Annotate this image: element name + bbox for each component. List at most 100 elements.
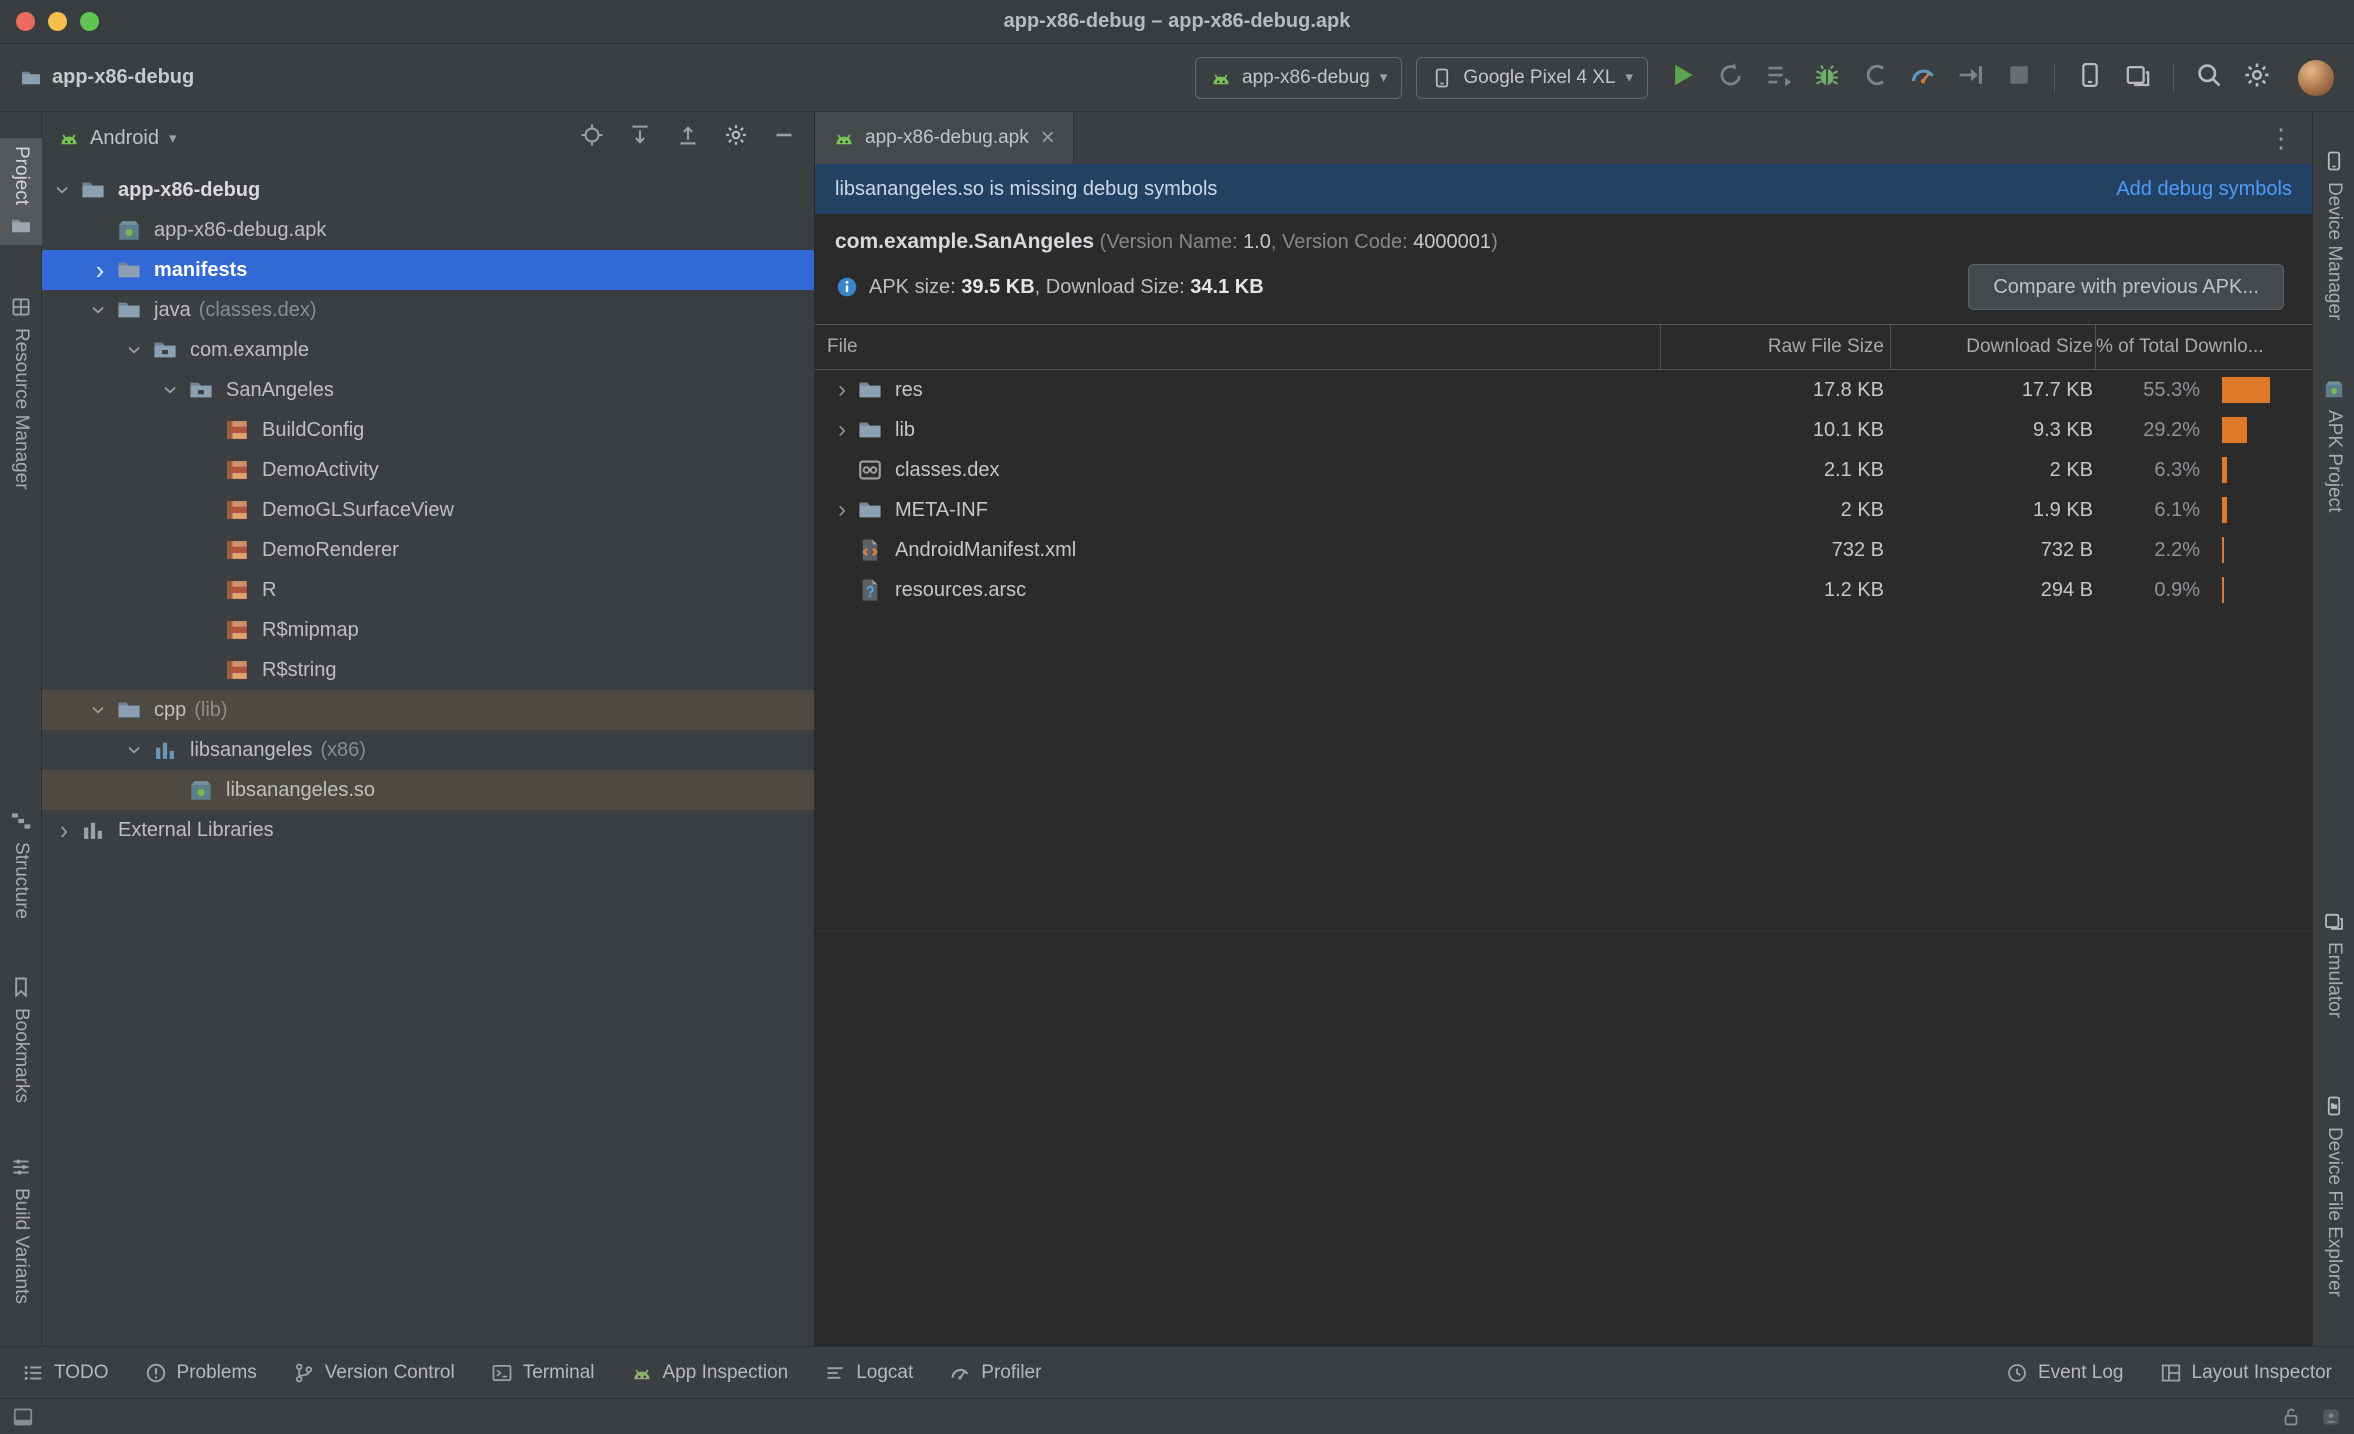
toolwindow-button-todo[interactable]: TODO xyxy=(22,1362,109,1384)
tree-item-com-example[interactable]: › com.example xyxy=(42,330,814,370)
apk-table-row-res[interactable]: › res 17.8 KB 17.7 KB 55.3% xyxy=(815,370,2312,410)
stop-button[interactable] xyxy=(1998,57,2040,99)
close-window-button[interactable] xyxy=(16,12,35,31)
toolwindow-button-app-inspection[interactable]: App Inspection xyxy=(631,1362,788,1384)
project-name[interactable]: app-x86-debug xyxy=(20,66,194,89)
tree-item-java[interactable]: › java (classes.dex) xyxy=(42,290,814,330)
debug-button[interactable] xyxy=(1806,57,1848,99)
expand-arrow-icon[interactable]: › xyxy=(157,374,187,406)
terminal-icon xyxy=(491,1362,513,1384)
close-tab-icon[interactable]: × xyxy=(1041,126,1055,150)
run-button[interactable] xyxy=(1662,57,1704,99)
tree-item-external-libraries[interactable]: › External Libraries xyxy=(42,810,814,850)
expand-arrow-icon[interactable]: › xyxy=(85,694,115,726)
column-header-raw-size[interactable]: Raw File Size xyxy=(1660,325,1890,369)
toolwindow-button-bookmarks[interactable]: Bookmarks xyxy=(0,968,42,1111)
tree-item-libsanangeles[interactable]: › libsanangeles (x86) xyxy=(42,730,814,770)
column-header-file[interactable]: File xyxy=(815,325,1660,369)
expand-arrow-icon[interactable]: › xyxy=(48,817,80,843)
minimize-window-button[interactable] xyxy=(48,12,67,31)
toolwindow-button-version-control[interactable]: Version Control xyxy=(293,1362,455,1384)
toolwindow-button-structure[interactable]: Structure xyxy=(0,802,42,927)
profiler-icon xyxy=(1909,61,1937,95)
apk-table-row-lib[interactable]: › lib 10.1 KB 9.3 KB 29.2% xyxy=(815,410,2312,450)
expand-all-button[interactable] xyxy=(626,124,654,152)
toolwindow-button-terminal[interactable]: Terminal xyxy=(491,1362,595,1384)
expand-arrow-icon[interactable]: › xyxy=(827,418,857,442)
add-debug-symbols-link[interactable]: Add debug symbols xyxy=(2116,178,2292,201)
toolwindow-button-project[interactable]: Project xyxy=(0,138,42,246)
apk-icon xyxy=(116,217,142,243)
tab-options-icon[interactable]: ⋮ xyxy=(2268,123,2312,154)
chevron-down-icon[interactable]: ▾ xyxy=(169,131,177,146)
download-size-value: 9.3 KB xyxy=(2032,418,2093,441)
tree-item-r[interactable]: R xyxy=(42,570,814,610)
virtual-devices-button[interactable] xyxy=(2117,57,2159,99)
run-configurations-button[interactable] xyxy=(1758,57,1800,99)
expand-arrow-icon[interactable]: › xyxy=(827,498,857,522)
toolwindow-button-emulator[interactable]: Emulator xyxy=(2313,902,2354,1026)
toolwindow-button-label: Layout Inspector xyxy=(2191,1361,2332,1383)
tree-item-cpp[interactable]: › cpp (lib) xyxy=(42,690,814,730)
expand-arrow-icon[interactable]: › xyxy=(84,257,116,283)
write-lock-icon[interactable] xyxy=(2280,1406,2302,1428)
project-view-mode[interactable]: Android xyxy=(90,127,159,150)
toolwindow-toggle-icon[interactable] xyxy=(12,1406,34,1428)
hide-button[interactable] xyxy=(770,124,798,152)
attach-debugger-button[interactable] xyxy=(1950,57,1992,99)
search-button[interactable] xyxy=(2188,57,2230,99)
toolwindow-button-profiler[interactable]: Profiler xyxy=(949,1362,1041,1384)
toolwindow-button-device-manager[interactable]: Device Manager xyxy=(2313,142,2354,328)
percent-value: 6.1% xyxy=(2154,498,2200,521)
expand-arrow-icon[interactable]: › xyxy=(827,378,857,402)
percent-bar xyxy=(2222,497,2228,523)
expand-arrow-icon[interactable]: › xyxy=(121,334,151,366)
dex-icon xyxy=(857,457,883,483)
apk-table-row-resources-arsc[interactable]: resources.arsc 1.2 KB 294 B 0.9% xyxy=(815,570,2312,610)
rerun-icon xyxy=(1717,61,1745,95)
notifications-icon[interactable] xyxy=(2320,1406,2342,1428)
toolwindow-button-layout-inspector[interactable]: Layout Inspector xyxy=(2160,1362,2332,1384)
apk-table-row-androidmanifest-xml[interactable]: AndroidManifest.xml 732 B 732 B 2.2% xyxy=(815,530,2312,570)
collapse-all-button[interactable] xyxy=(674,124,702,152)
device-select[interactable]: Google Pixel 4 XL ▾ xyxy=(1416,56,1648,99)
toolwindow-button-device-file-explorer[interactable]: Device File Explorer xyxy=(2313,1087,2354,1305)
tree-item-app-x86-debug[interactable]: › app-x86-debug xyxy=(42,170,814,210)
run-configuration-select[interactable]: app-x86-debug ▾ xyxy=(1195,56,1403,99)
toolwindow-button-apk-project[interactable]: APK Project xyxy=(2313,370,2354,520)
toolwindow-button-event-log[interactable]: Event Log xyxy=(2006,1362,2124,1384)
expand-arrow-icon[interactable]: › xyxy=(49,174,79,206)
run-icon xyxy=(1669,61,1697,95)
tree-item-r-mipmap[interactable]: R$mipmap xyxy=(42,610,814,650)
toolwindow-button-resource-manager[interactable]: Resource Manager xyxy=(0,288,42,498)
avatar[interactable] xyxy=(2298,59,2334,96)
profiler-button[interactable] xyxy=(1902,57,1944,99)
compare-apk-button[interactable]: Compare with previous APK... xyxy=(1968,264,2284,310)
settings-button[interactable] xyxy=(722,124,750,152)
tree-item-demoglsurfaceview[interactable]: DemoGLSurfaceView xyxy=(42,490,814,530)
toolwindow-button-logcat[interactable]: Logcat xyxy=(824,1362,913,1384)
column-header-percent[interactable]: % of Total Downlo... xyxy=(2095,325,2312,369)
tree-item-app-x86-debug-apk[interactable]: app-x86-debug.apk xyxy=(42,210,814,250)
editor-tab[interactable]: app-x86-debug.apk × xyxy=(815,112,1074,164)
tree-item-demoactivity[interactable]: DemoActivity xyxy=(42,450,814,490)
tree-item-demorenderer[interactable]: DemoRenderer xyxy=(42,530,814,570)
coverage-button[interactable] xyxy=(1854,57,1896,99)
settings-button[interactable] xyxy=(2236,57,2278,99)
tree-item-libsanangeles-so[interactable]: libsanangeles.so xyxy=(42,770,814,810)
rerun-button[interactable] xyxy=(1710,57,1752,99)
zoom-window-button[interactable] xyxy=(80,12,99,31)
column-header-download-size[interactable]: Download Size xyxy=(1890,325,2095,369)
apk-table-row-meta-inf[interactable]: › META-INF 2 KB 1.9 KB 6.1% xyxy=(815,490,2312,530)
tree-item-buildconfig[interactable]: BuildConfig xyxy=(42,410,814,450)
apk-table-row-classes-dex[interactable]: classes.dex 2.1 KB 2 KB 6.3% xyxy=(815,450,2312,490)
expand-arrow-icon[interactable]: › xyxy=(121,734,151,766)
locate-button[interactable] xyxy=(578,124,606,152)
toolwindow-button-build-variants[interactable]: Build Variants xyxy=(0,1148,42,1312)
tree-item-manifests[interactable]: › manifests xyxy=(42,250,814,290)
device-manager-button[interactable] xyxy=(2069,57,2111,99)
tree-item-r-string[interactable]: R$string xyxy=(42,650,814,690)
tree-item-sanangeles[interactable]: › SanAngeles xyxy=(42,370,814,410)
expand-arrow-icon[interactable]: › xyxy=(85,294,115,326)
toolwindow-button-problems[interactable]: Problems xyxy=(145,1362,257,1384)
